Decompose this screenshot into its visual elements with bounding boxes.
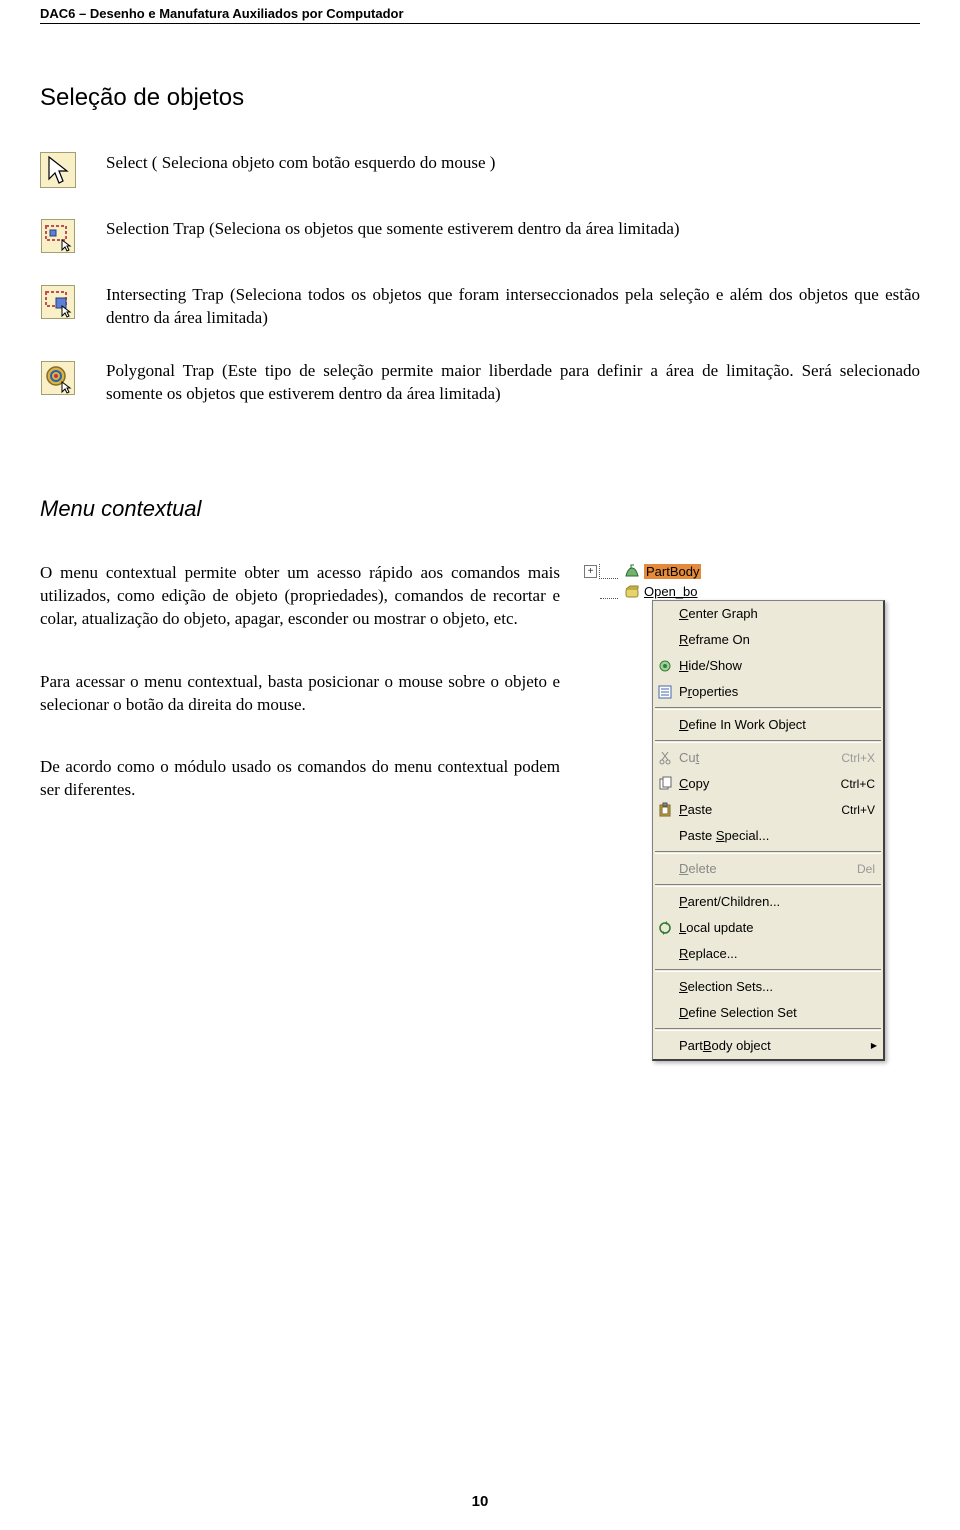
menu-item-label: PartBody object — [679, 1038, 875, 1053]
menu-item-center-graph[interactable]: Center Graph — [653, 601, 883, 627]
selection-trap-icon — [40, 218, 76, 254]
hideshow-icon — [655, 657, 675, 675]
cut-icon — [655, 749, 675, 767]
openbody-icon — [624, 584, 640, 600]
blank-icon — [655, 631, 675, 649]
menu-item-selection-sets[interactable]: Selection Sets... — [653, 974, 883, 1000]
properties-icon — [655, 683, 675, 701]
menu-item-shortcut: Ctrl+C — [841, 777, 875, 791]
context-menu-paragraph-3: De acordo como o módulo usado os comando… — [40, 756, 560, 802]
menu-separator — [655, 740, 881, 743]
menu-separator — [655, 1028, 881, 1031]
blank-icon — [655, 716, 675, 734]
blank-icon — [655, 605, 675, 623]
menu-separator — [655, 969, 881, 972]
page-number: 10 — [0, 1493, 960, 1510]
tree-label-openbody: Open_bo — [644, 584, 698, 599]
menu-item-cut: CutCtrl+X — [653, 745, 883, 771]
select-cursor-icon — [40, 152, 76, 188]
blank-icon — [655, 893, 675, 911]
menu-item-label: Copy — [679, 776, 841, 791]
menu-item-paste-special[interactable]: Paste Special... — [653, 823, 883, 849]
menu-item-label: Cut — [679, 750, 841, 765]
menu-item-label: Reframe On — [679, 632, 875, 647]
intersecting-trap-icon — [40, 284, 76, 320]
blank-icon — [655, 945, 675, 963]
page-header: DAC6 – Desenho e Manufatura Auxiliados p… — [40, 0, 920, 24]
blank-icon — [655, 1037, 675, 1055]
update-icon — [655, 919, 675, 937]
menu-item-paste[interactable]: PasteCtrl+V — [653, 797, 883, 823]
intersecting-trap-text: Intersecting Trap (Seleciona todos os ob… — [106, 284, 920, 330]
menu-item-shortcut: Del — [857, 862, 875, 876]
spec-tree[interactable]: + PartBody Open_bo — [584, 562, 920, 602]
menu-item-label: Selection Sets... — [679, 979, 875, 994]
menu-item-partbody-object[interactable]: PartBody object — [653, 1033, 883, 1059]
polygonal-trap-icon — [40, 360, 76, 396]
menu-item-local-update[interactable]: Local update — [653, 915, 883, 941]
menu-item-hide-show[interactable]: Hide/Show — [653, 653, 883, 679]
partbody-icon — [624, 564, 640, 580]
menu-item-reframe-on[interactable]: Reframe On — [653, 627, 883, 653]
menu-item-copy[interactable]: CopyCtrl+C — [653, 771, 883, 797]
blank-icon — [655, 1004, 675, 1022]
tree-label-partbody: PartBody — [644, 564, 701, 579]
menu-item-label: Center Graph — [679, 606, 875, 621]
menu-item-shortcut: Ctrl+V — [841, 803, 875, 817]
section-title-selection: Seleção de objetos — [40, 84, 920, 112]
menu-separator — [655, 851, 881, 854]
menu-item-label: Define Selection Set — [679, 1005, 875, 1020]
menu-item-label: Delete — [679, 861, 857, 876]
paste-icon — [655, 801, 675, 819]
section-title-context-menu: Menu contextual — [40, 496, 920, 522]
menu-item-label: Paste Special... — [679, 828, 875, 843]
menu-item-label: Replace... — [679, 946, 875, 961]
menu-item-label: Parent/Children... — [679, 894, 875, 909]
menu-item-label: Local update — [679, 920, 875, 935]
copy-icon — [655, 775, 675, 793]
menu-item-shortcut: Ctrl+X — [841, 751, 875, 765]
menu-item-label: Hide/Show — [679, 658, 875, 673]
selection-trap-text: Selection Trap (Seleciona os objetos que… — [106, 218, 920, 241]
menu-item-label: Define In Work Object — [679, 717, 875, 732]
menu-item-parent-children[interactable]: Parent/Children... — [653, 889, 883, 915]
tree-node-openbody[interactable]: Open_bo — [584, 582, 920, 602]
context-menu-paragraph-1: O menu contextual permite obter um acess… — [40, 562, 560, 631]
blank-icon — [655, 827, 675, 845]
menu-item-replace[interactable]: Replace... — [653, 941, 883, 967]
menu-item-properties[interactable]: Properties — [653, 679, 883, 705]
polygonal-trap-text: Polygonal Trap (Este tipo de seleção per… — [106, 360, 920, 406]
context-menu-paragraph-2: Para acessar o menu contextual, basta po… — [40, 671, 560, 717]
tree-node-partbody[interactable]: + PartBody — [584, 562, 920, 582]
menu-item-define-in-work-object[interactable]: Define In Work Object — [653, 712, 883, 738]
menu-item-label: Properties — [679, 684, 875, 699]
blank-icon — [655, 978, 675, 996]
select-cursor-text: Select ( Seleciona objeto com botão esqu… — [106, 152, 920, 175]
menu-item-define-selection-set[interactable]: Define Selection Set — [653, 1000, 883, 1026]
menu-separator — [655, 707, 881, 710]
menu-separator — [655, 884, 881, 887]
menu-item-delete: DeleteDel — [653, 856, 883, 882]
blank-icon — [655, 860, 675, 878]
context-menu[interactable]: Center Graph Reframe On Hide/Show Propertie… — [652, 600, 885, 1061]
menu-item-label: Paste — [679, 802, 841, 817]
